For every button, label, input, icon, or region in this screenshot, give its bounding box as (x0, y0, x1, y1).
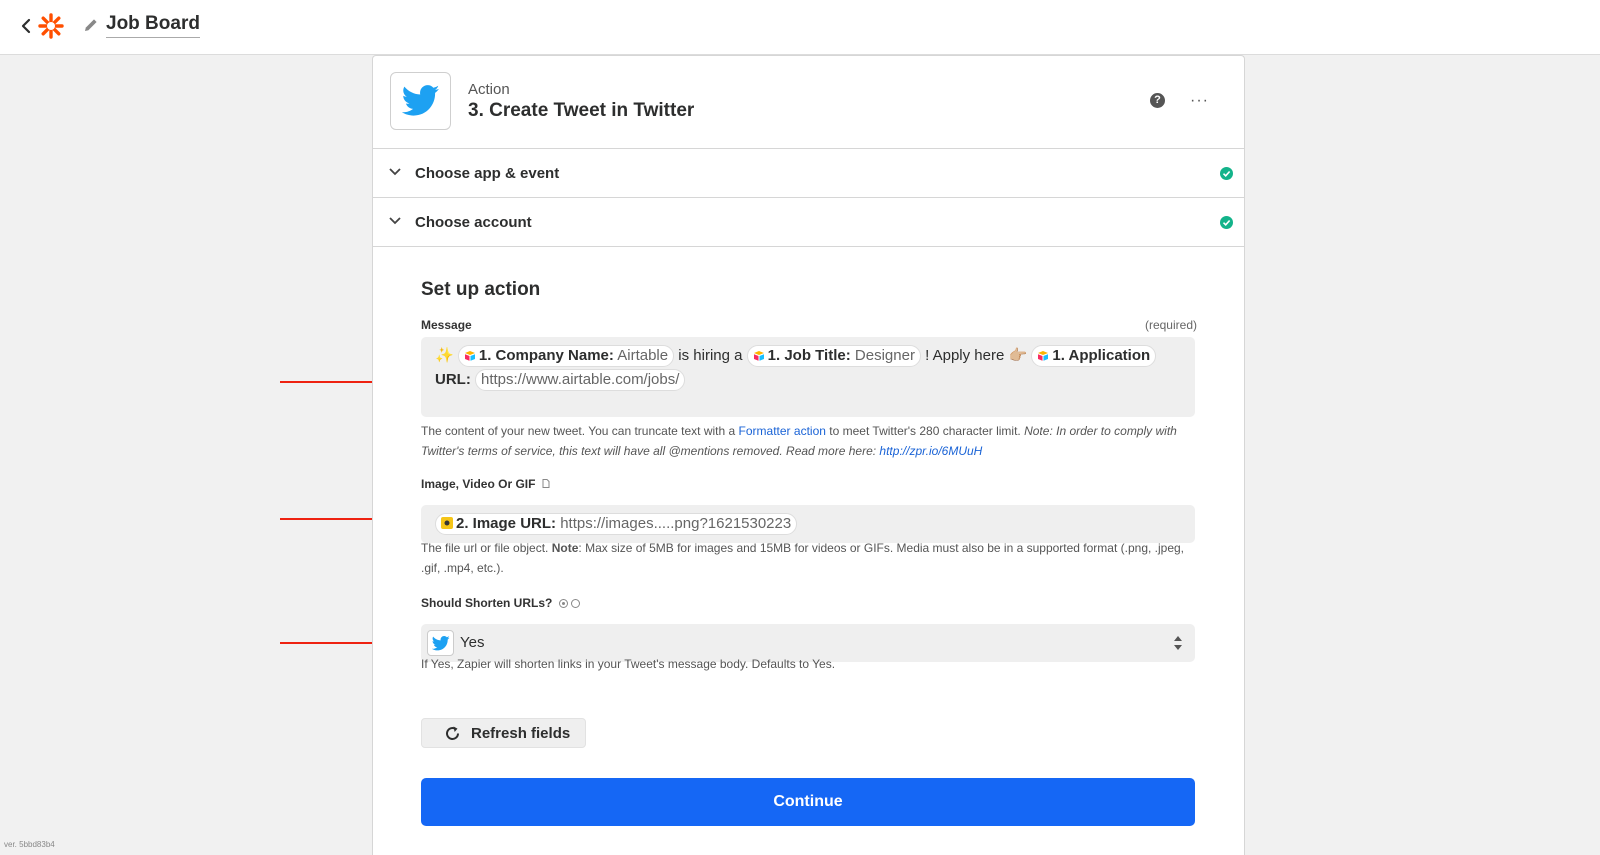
zap-title[interactable]: Job Board (106, 13, 200, 38)
formatter-action-link[interactable]: Formatter action (739, 424, 826, 438)
pointing-hand-emoji: 👉🏼 (1008, 347, 1028, 364)
help-note-label: Note (551, 541, 579, 555)
pencil-edit-icon[interactable] (82, 16, 100, 34)
airtable-icon (464, 351, 475, 361)
select-arrows-icon (1174, 636, 1182, 650)
pill-key: 2. Image URL: (456, 515, 557, 532)
message-input[interactable]: ✨ 1. Company Name: Airtable is hiring a … (421, 337, 1195, 417)
twitter-bird-icon (431, 635, 450, 650)
shorten-label-text: Should Shorten URLs? (421, 596, 553, 610)
image-field-label: Image, Video Or GIF (421, 477, 550, 491)
pill-value: Designer (854, 347, 915, 364)
help-text-part: to meet Twitter's 280 character limit. (829, 424, 1021, 438)
image-label-text: Image, Video Or GIF (421, 477, 536, 491)
continue-button[interactable]: Continue (421, 778, 1195, 826)
check-circle-icon (1220, 216, 1233, 229)
field-pill-job-title[interactable]: 1. Job Title: Designer (746, 345, 921, 367)
chevron-down-icon (389, 168, 401, 176)
chevron-down-icon (389, 217, 401, 225)
refresh-fields-label: Refresh fields (471, 725, 571, 742)
section-label: Choose app & event (415, 165, 560, 182)
twitter-bird-icon (401, 85, 439, 116)
section-choose-app-event[interactable]: Choose app & event (373, 149, 1244, 198)
pill-key: 1. Company Name: (478, 347, 614, 364)
shorten-urls-field-label: Should Shorten URLs? (421, 596, 580, 610)
field-pill-application-url[interactable]: 1. Application (1031, 345, 1157, 367)
sparkles-emoji: ✨ (435, 347, 454, 364)
pill-value: Airtable (617, 347, 669, 364)
top-bar: Job Board (0, 0, 1600, 55)
pill-value: https://www.airtable.com/jobs/ (481, 371, 680, 388)
twitter-option-icon (427, 630, 454, 656)
field-pill-application-url-value[interactable]: https://www.airtable.com/jobs/ (475, 369, 686, 391)
help-text-part: The file url or file object. (421, 541, 549, 555)
step-title: 3. Create Tweet in Twitter (468, 100, 695, 121)
refresh-icon (446, 726, 459, 740)
section-label: Choose account (415, 214, 532, 231)
step-header: Action 3. Create Tweet in Twitter ? ··· (373, 56, 1244, 149)
message-text: is hiring a (678, 347, 743, 364)
pill-key: 1. Job Title: (767, 347, 851, 364)
pill-key: 1. Application (1052, 347, 1151, 364)
version-label: ver. 5bbd83b4 (4, 840, 55, 849)
message-label: Message (421, 318, 472, 332)
check-circle-icon (1220, 167, 1233, 180)
back-chevron-icon[interactable] (18, 16, 34, 36)
image-help-text: The file url or file object. Note: Max s… (421, 538, 1195, 578)
message-help-text: The content of your new tweet. You can t… (421, 421, 1195, 461)
refresh-fields-button[interactable]: Refresh fields (421, 718, 586, 748)
select-value: Yes (460, 634, 485, 651)
zapier-logo-icon[interactable] (38, 13, 64, 39)
pill-key-continued: URL: (435, 371, 471, 388)
section-choose-account[interactable]: Choose account (373, 198, 1244, 247)
help-text-part: The content of your new tweet. You can t… (421, 424, 736, 438)
image-app-icon (441, 517, 453, 529)
file-icon (542, 479, 550, 488)
setup-action-title: Set up action (421, 279, 541, 300)
help-icon[interactable]: ? (1150, 93, 1165, 108)
more-options-icon[interactable]: ··· (1190, 92, 1209, 110)
field-pill-image-url[interactable]: 2. Image URL: https://images.....png?162… (435, 513, 798, 535)
action-step-card: Action 3. Create Tweet in Twitter ? ··· … (372, 55, 1245, 855)
step-kind-label: Action (468, 81, 510, 98)
radio-empty-icon (570, 599, 580, 608)
airtable-icon (1038, 351, 1049, 361)
airtable-icon (753, 351, 764, 361)
pill-value: https://images.....png?1621530223 (560, 515, 792, 532)
radio-selected-icon (558, 599, 568, 608)
twitter-app-icon (390, 72, 451, 130)
field-pill-company-name[interactable]: 1. Company Name: Airtable (457, 345, 675, 367)
shorten-help-text: If Yes, Zapier will shorten links in you… (421, 657, 836, 671)
zpr-io-link[interactable]: http://zpr.io/6MUuH (879, 444, 982, 458)
message-text: ! Apply here (925, 347, 1005, 364)
required-indicator: (required) (1144, 318, 1197, 332)
